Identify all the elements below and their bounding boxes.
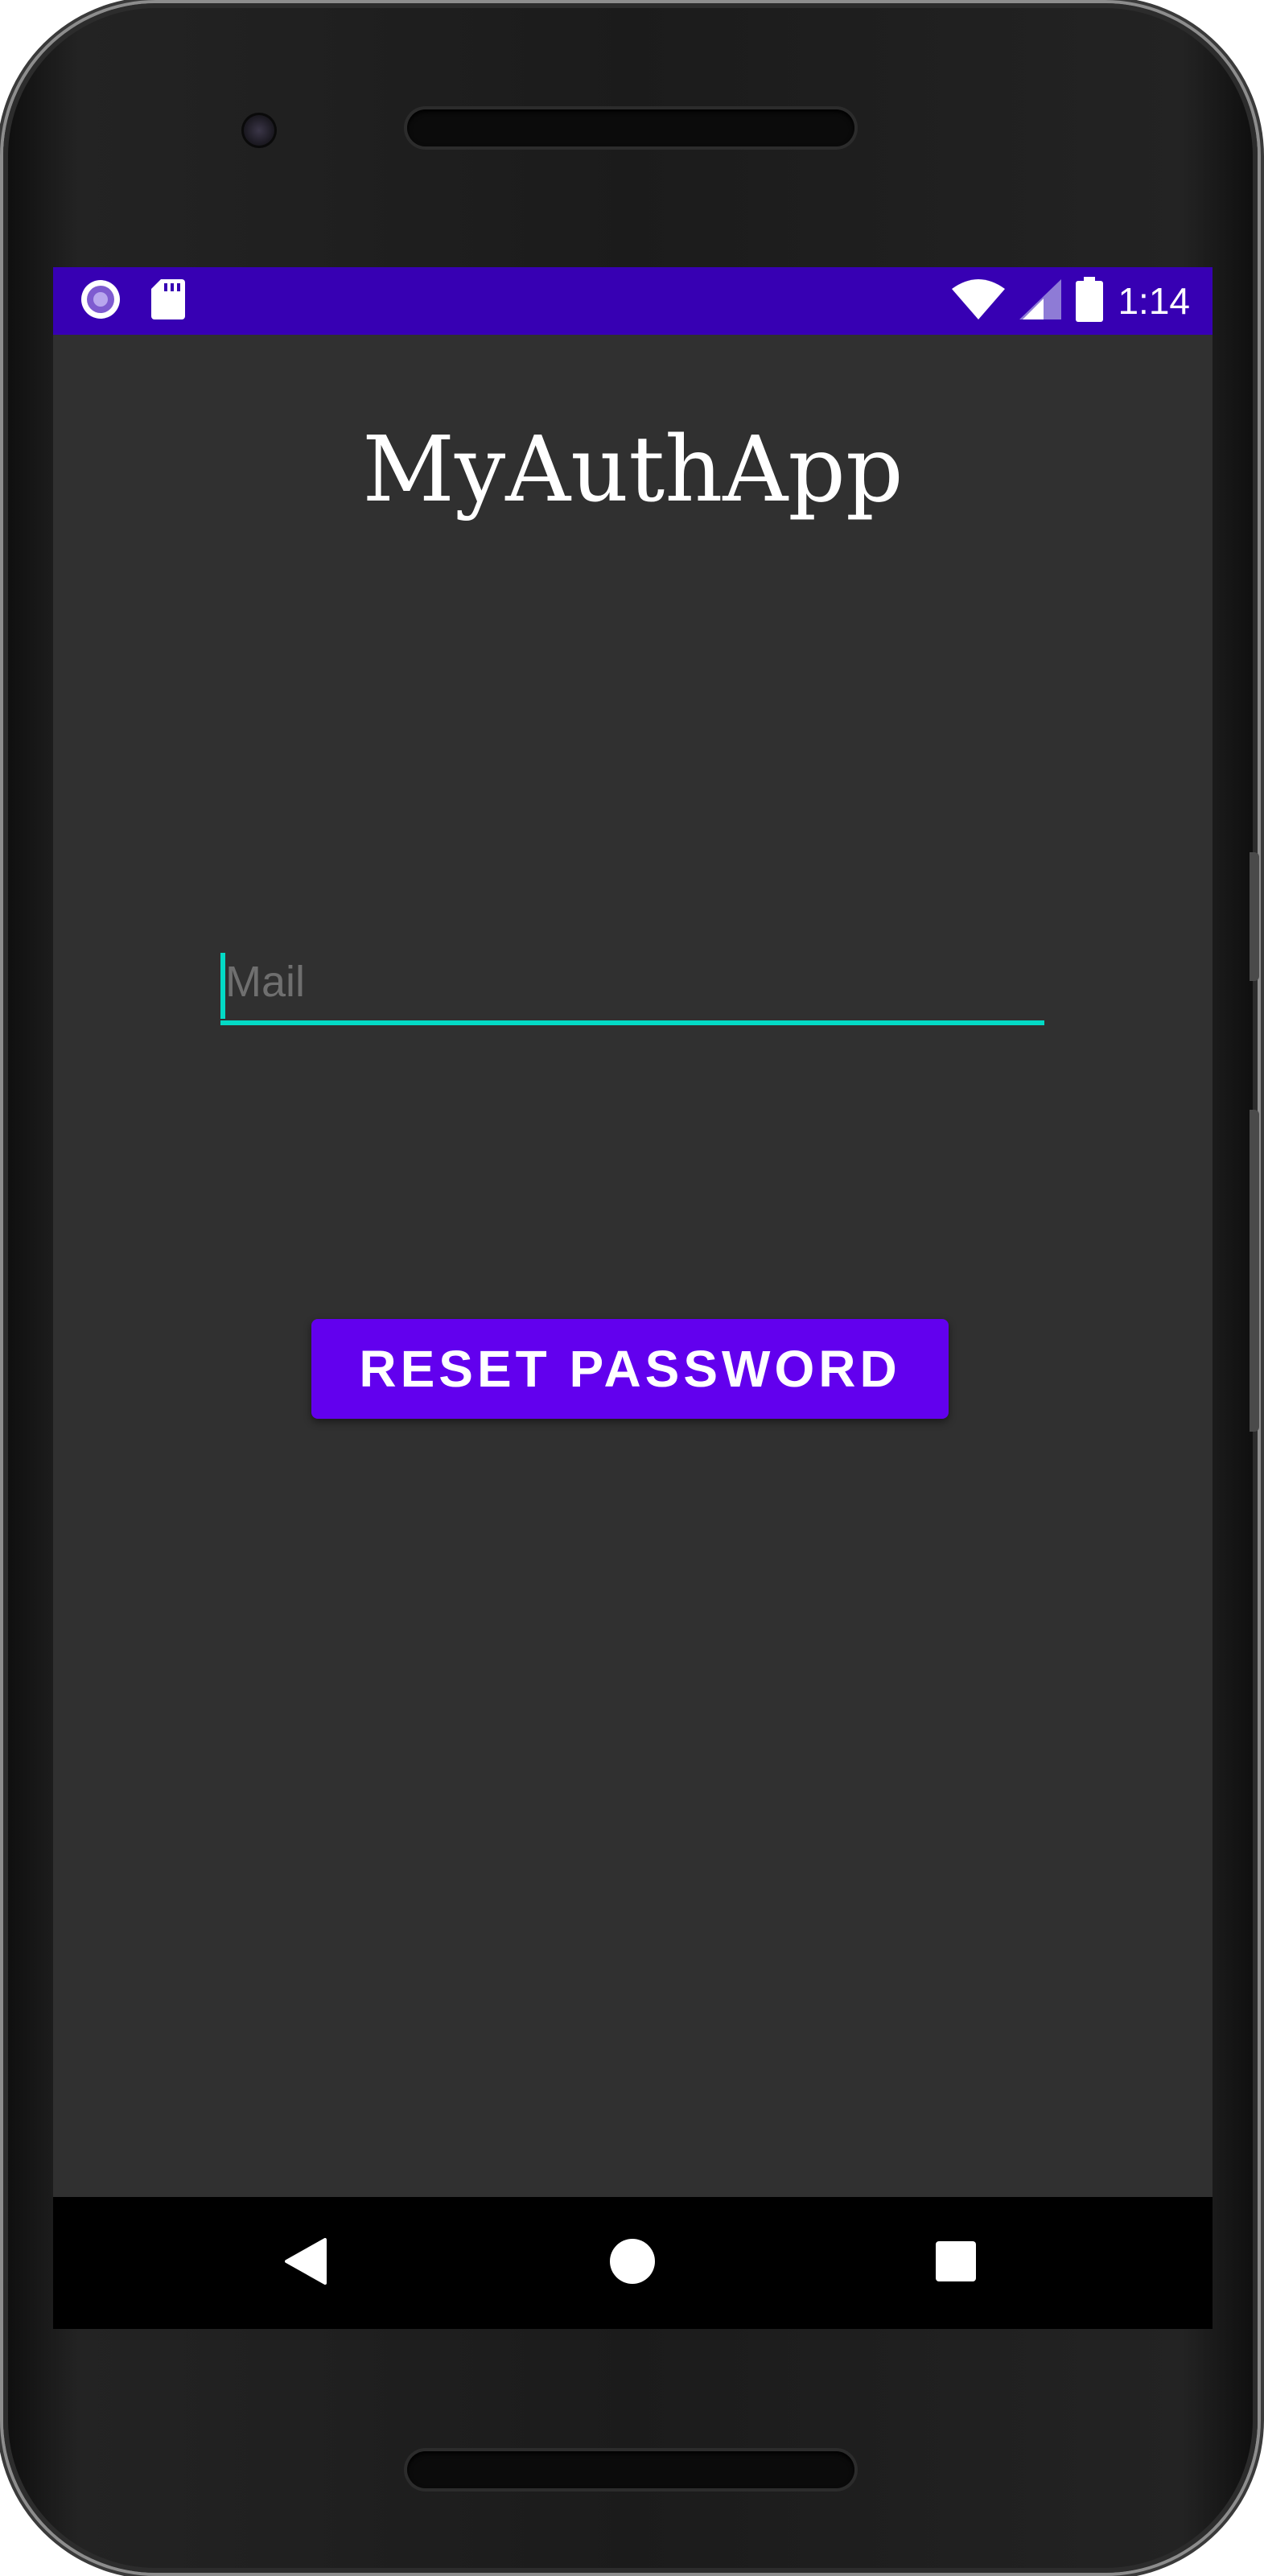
recents-icon [935, 2240, 977, 2285]
cellular-signal-icon [1019, 279, 1062, 323]
status-bar-clock: 1:14 [1118, 280, 1190, 322]
power-button[interactable] [1250, 852, 1259, 981]
battery-icon [1076, 277, 1104, 325]
wifi-icon [952, 279, 1006, 323]
mail-field[interactable] [220, 937, 1049, 1025]
top-speaker-grille [407, 109, 854, 146]
volume-rocker[interactable] [1250, 1110, 1259, 1432]
nav-home-button[interactable] [566, 2197, 698, 2329]
reset-password-button[interactable]: RESET PASSWORD [311, 1319, 949, 1419]
nav-recents-button[interactable] [890, 2197, 1022, 2329]
status-bar-notifications [79, 267, 185, 335]
nav-back-button[interactable] [240, 2197, 372, 2329]
navigation-bar [53, 2197, 1213, 2329]
status-bar-system-icons: 1:14 [952, 267, 1190, 335]
sd-card-icon [151, 279, 185, 323]
front-camera [241, 113, 277, 148]
bottom-speaker-grille [407, 2451, 854, 2488]
status-bar: 1:14 [53, 267, 1213, 335]
phone-device-frame: 1:14 MyAuthApp RESET PASSWORD [3, 3, 1259, 2573]
app-title: MyAuthApp [362, 418, 904, 522]
cast-circle-icon [79, 278, 122, 324]
reset-password-screen: MyAuthApp RESET PASSWORD [53, 335, 1213, 2197]
home-icon [609, 2238, 656, 2288]
back-icon [285, 2238, 327, 2288]
phone-screen: 1:14 MyAuthApp RESET PASSWORD [53, 267, 1213, 2329]
mail-input[interactable] [220, 950, 1049, 1014]
